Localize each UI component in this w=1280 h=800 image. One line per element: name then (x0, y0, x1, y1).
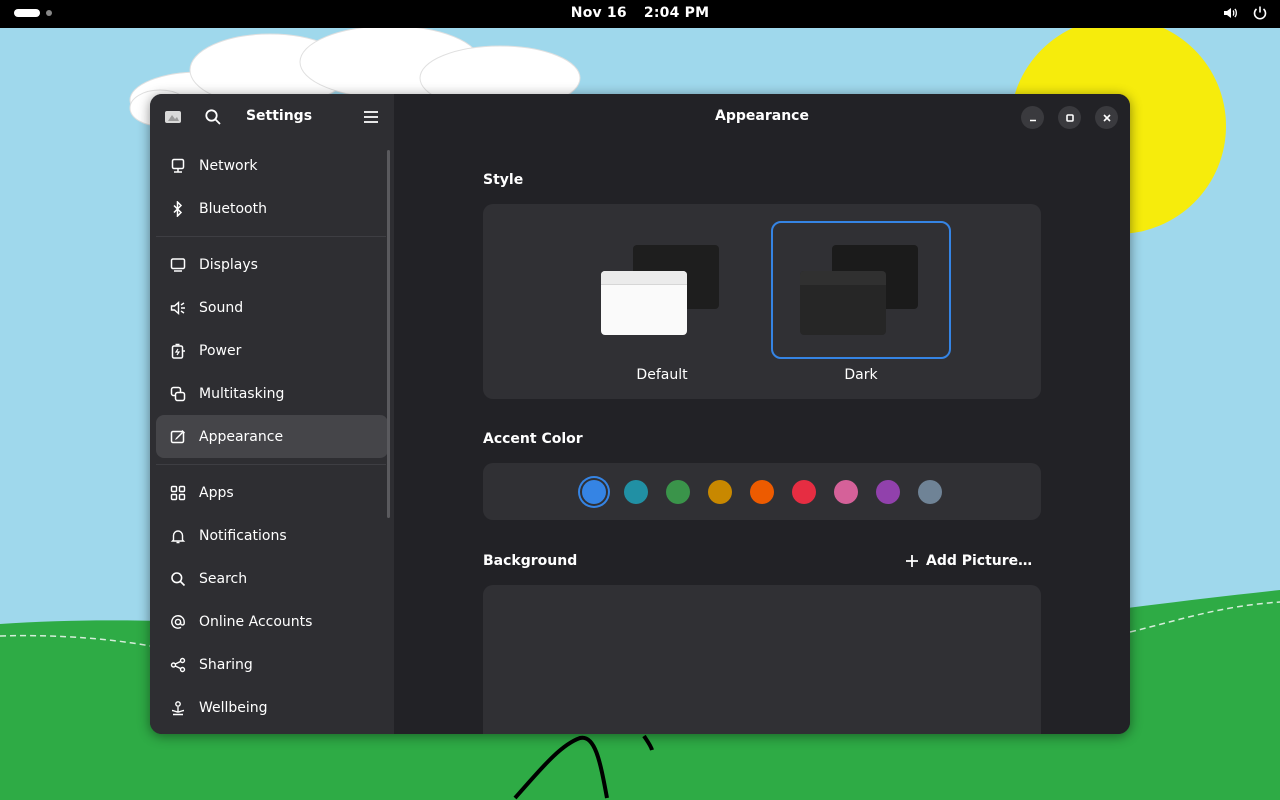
sidebar-divider (156, 236, 386, 237)
bluetooth-icon (170, 200, 186, 217)
system-tray[interactable] (1222, 5, 1268, 21)
add-picture-label: Add Picture… (926, 553, 1033, 569)
display-icon (170, 257, 186, 273)
style-card: Default Dark (483, 204, 1041, 399)
style-option-label: Dark (844, 367, 878, 383)
appearance-icon (170, 429, 186, 445)
accent-swatch-pink[interactable] (834, 479, 858, 504)
sidebar-item-label: Sharing (199, 656, 253, 673)
sidebar-item-apps[interactable]: Apps (156, 471, 388, 514)
sidebar-item-sound[interactable]: Sound (156, 286, 388, 329)
accent-swatch-red[interactable] (792, 479, 816, 504)
sidebar-divider (156, 464, 386, 465)
bell-icon (170, 528, 186, 544)
clock[interactable]: Nov 16 2:04 PM (0, 5, 1280, 21)
apps-grid-icon (170, 485, 186, 501)
preview-front-window (601, 271, 687, 335)
preview-front-window (800, 271, 886, 335)
minimize-icon (1029, 119, 1036, 121)
accent-swatch-green[interactable] (666, 479, 690, 504)
sidebar-item-label: Appearance (199, 428, 284, 445)
accent-color-card (483, 463, 1041, 520)
style-preview-dark (771, 221, 951, 359)
sidebar-item-label: Network (199, 157, 258, 174)
minimize-button[interactable] (1021, 106, 1044, 129)
accent-color-heading: Accent Color (483, 431, 583, 447)
sidebar-item-label: Search (199, 570, 248, 587)
background-gallery (483, 585, 1041, 734)
sidebar-nav: Network Bluetooth Displays Sound Power M… (156, 144, 388, 729)
multitasking-icon (170, 386, 186, 402)
style-heading: Style (483, 172, 524, 188)
maximize-icon (1065, 113, 1074, 122)
sidebar-item-multitasking[interactable]: Multitasking (156, 372, 388, 415)
battery-icon (170, 343, 186, 359)
wellbeing-icon (170, 700, 186, 716)
background-heading: Background (483, 553, 578, 569)
sidebar-item-label: Online Accounts (199, 613, 313, 630)
clock-time: 2:04 PM (643, 5, 710, 21)
add-picture-button[interactable]: Add Picture… (905, 553, 1032, 569)
sidebar-item-sharing[interactable]: Sharing (156, 643, 388, 686)
style-option-label: Default (636, 367, 688, 383)
clock-date: Nov 16 (570, 5, 627, 21)
appearance-page: Appearance Style Default Dark Accent Col… (394, 94, 1130, 734)
sidebar-item-label: Bluetooth (199, 200, 267, 217)
accent-swatch-orange[interactable] (750, 479, 774, 504)
speaker-icon (170, 300, 186, 316)
page-title: Appearance (715, 108, 809, 124)
sidebar-title: Settings (245, 108, 313, 124)
sidebar-header: Settings (150, 94, 394, 140)
sidebar-item-label: Notifications (199, 527, 287, 544)
maximize-button[interactable] (1058, 106, 1081, 129)
sidebar-item-label: Multitasking (199, 385, 285, 402)
sidebar-item-search[interactable]: Search (156, 557, 388, 600)
close-icon (1102, 113, 1111, 122)
top-bar: Nov 16 2:04 PM (0, 0, 1280, 28)
sidebar-item-label: Displays (199, 256, 258, 273)
at-sign-icon (170, 614, 186, 630)
close-button[interactable] (1095, 106, 1118, 129)
sidebar-item-label: Sound (199, 299, 244, 316)
accent-swatch-purple[interactable] (876, 479, 900, 504)
sidebar-item-label: Apps (199, 484, 234, 501)
share-icon (170, 657, 186, 673)
accent-swatch-blue[interactable] (582, 479, 606, 504)
network-icon (170, 158, 186, 174)
sidebar-item-appearance[interactable]: Appearance (156, 415, 388, 458)
sidebar-item-online-accounts[interactable]: Online Accounts (156, 600, 388, 643)
style-preview-default (572, 221, 752, 359)
main-menu-icon[interactable] (359, 105, 383, 129)
sidebar-item-notifications[interactable]: Notifications (156, 514, 388, 557)
sidebar-item-power[interactable]: Power (156, 329, 388, 372)
accent-swatches (483, 463, 1041, 520)
accent-swatch-teal[interactable] (624, 479, 648, 504)
sidebar-item-label: Power (199, 342, 242, 359)
sidebar: Settings Network Bluetooth Displays Soun… (150, 94, 394, 734)
sidebar-item-displays[interactable]: Displays (156, 243, 388, 286)
accent-swatch-slate[interactable] (918, 479, 942, 504)
power-icon[interactable] (1252, 5, 1268, 21)
app-icon (161, 105, 185, 129)
settings-window: Settings Network Bluetooth Displays Soun… (150, 94, 1130, 734)
sidebar-item-bluetooth[interactable]: Bluetooth (156, 187, 388, 230)
accent-swatch-yellow[interactable] (708, 479, 732, 504)
search-icon (170, 571, 186, 587)
sidebar-item-label: Wellbeing (199, 699, 268, 716)
sidebar-item-network[interactable]: Network (156, 144, 388, 187)
volume-icon[interactable] (1222, 5, 1238, 21)
plus-icon (906, 555, 918, 567)
sidebar-item-wellbeing[interactable]: Wellbeing (156, 686, 388, 729)
sidebar-scrollbar[interactable] (387, 150, 390, 518)
